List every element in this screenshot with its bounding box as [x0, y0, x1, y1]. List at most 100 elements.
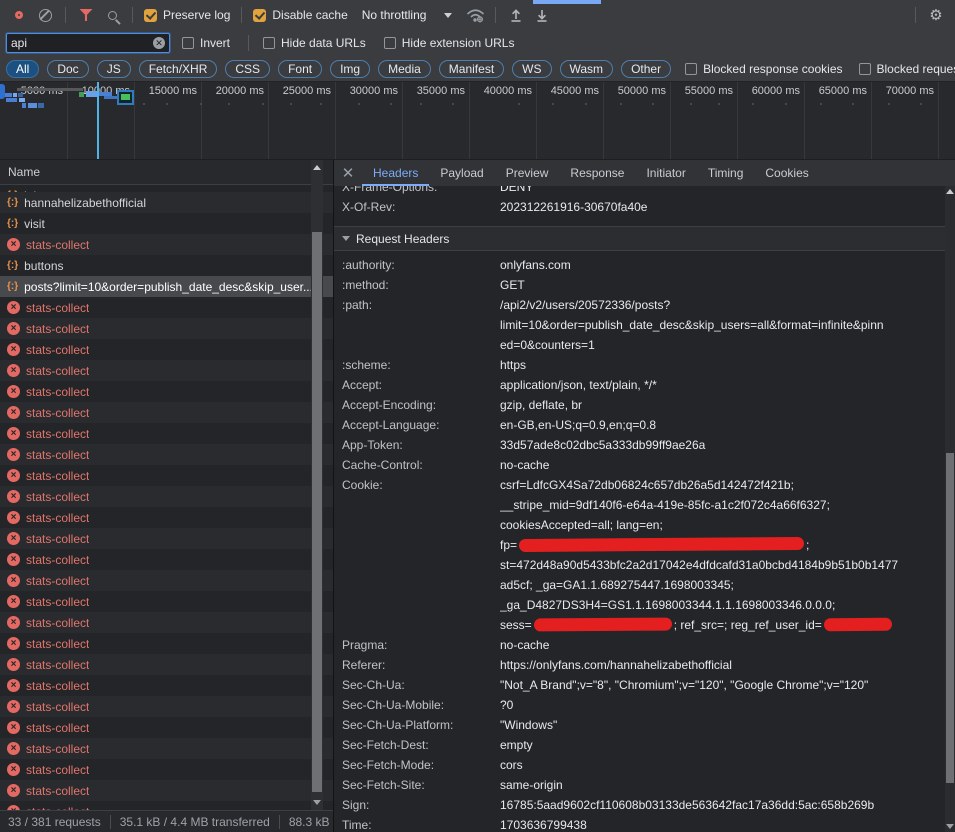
filter-chip-img[interactable]: Img — [330, 60, 370, 78]
filter-checkbox-hide-extension-urls[interactable]: Hide extension URLs — [384, 36, 515, 50]
throttling-select[interactable]: No throttling — [362, 8, 453, 22]
preserve-log-checkbox[interactable]: Preserve log — [144, 8, 230, 22]
request-row[interactable]: ×stats-collect — [0, 738, 333, 759]
request-row[interactable]: ×stats-collect — [0, 318, 333, 339]
header-value-line: ?0 — [500, 695, 945, 715]
filter-input[interactable] — [11, 36, 153, 50]
filter-toggle-button[interactable] — [73, 2, 99, 28]
scroll-down-icon[interactable] — [313, 800, 321, 805]
tab-timing[interactable]: Timing — [697, 160, 755, 186]
filter-chip-font[interactable]: Font — [278, 60, 322, 78]
request-row[interactable]: ×stats-collect — [0, 549, 333, 570]
scroll-up-icon[interactable] — [313, 165, 321, 170]
timeline-tick: 30000 ms — [336, 82, 403, 159]
filter-chip-fetch-xhr[interactable]: Fetch/XHR — [139, 60, 218, 78]
timeline-brush-handle[interactable] — [0, 84, 5, 99]
filter-chip-other[interactable]: Other — [621, 60, 671, 78]
header-value: 202312261916-30670fa40e — [500, 197, 945, 217]
json-request-icon: {:} — [7, 281, 18, 292]
details-scrollbar[interactable] — [945, 186, 955, 832]
record-button[interactable] — [6, 2, 32, 28]
request-row[interactable]: ×stats-collect — [0, 528, 333, 549]
filter-checkbox-blocked-response-cookies[interactable]: Blocked response cookies — [685, 62, 842, 76]
filter-checkbox-invert[interactable]: Invert — [182, 36, 230, 50]
redaction-scribble — [824, 618, 892, 631]
scroll-down-icon[interactable] — [946, 824, 954, 829]
tab-initiator[interactable]: Initiator — [635, 160, 696, 186]
request-row[interactable]: ×stats-collect — [0, 696, 333, 717]
tab-payload[interactable]: Payload — [429, 160, 494, 186]
filter-chip-manifest[interactable]: Manifest — [439, 60, 504, 78]
clear-filter-icon[interactable]: ✕ — [153, 37, 165, 49]
search-button[interactable] — [99, 2, 125, 28]
request-row[interactable]: ×stats-collect — [0, 570, 333, 591]
filter-checkbox-blocked-requests[interactable]: Blocked requests — [859, 62, 955, 76]
request-row[interactable]: ×stats-collect — [0, 234, 333, 255]
request-row[interactable]: {:}visit — [0, 213, 333, 234]
scrollbar-thumb[interactable] — [946, 453, 954, 783]
request-row[interactable]: ×stats-collect — [0, 423, 333, 444]
timeline-overview[interactable]: 5000 ms10000 ms15000 ms20000 ms25000 ms3… — [0, 82, 955, 160]
request-row[interactable]: ×stats-collect — [0, 675, 333, 696]
header-value: ?0 — [500, 695, 945, 715]
waterfall-bar — [17, 88, 83, 91]
redaction-scribble — [534, 618, 672, 632]
request-row[interactable]: ×stats-collect — [0, 612, 333, 633]
header-value-text: "Not_A Brand";v="8", "Chromium";v="120",… — [500, 678, 868, 692]
request-row[interactable]: {:}hannahelizabethofficial — [0, 192, 333, 213]
request-row[interactable]: ×stats-collect — [0, 444, 333, 465]
import-har-button[interactable] — [503, 2, 529, 28]
request-row[interactable]: {:}posts?limit=10&order=publish_date_des… — [0, 276, 333, 297]
request-row[interactable]: ×stats-collect — [0, 402, 333, 423]
header-row: Sign:16785:5aad9602cf110608b03133de56364… — [334, 795, 945, 815]
request-name: stats-collect — [26, 427, 89, 441]
filter-checkbox-hide-data-urls[interactable]: Hide data URLs — [263, 36, 366, 50]
scrollbar-thumb[interactable] — [312, 232, 322, 792]
request-row[interactable]: ×stats-collect — [0, 381, 333, 402]
request-row[interactable]: {:}init — [0, 185, 333, 192]
request-row[interactable]: ×stats-collect — [0, 654, 333, 675]
clear-network-log-button[interactable] — [32, 2, 58, 28]
disable-cache-checkbox[interactable]: Disable cache — [253, 8, 347, 22]
requests-scrollbar[interactable] — [311, 160, 323, 810]
filter-chip-all[interactable]: All — [6, 60, 39, 78]
request-row[interactable]: ×stats-collect — [0, 507, 333, 528]
timeline-tick: 55000 ms — [671, 82, 738, 159]
tab-headers[interactable]: Headers — [362, 160, 429, 186]
filter-chip-media[interactable]: Media — [378, 60, 431, 78]
request-row[interactable]: ×stats-collect — [0, 360, 333, 381]
error-icon: × — [7, 511, 20, 524]
close-details-icon[interactable]: ✕ — [334, 164, 362, 182]
filter-chip-css[interactable]: CSS — [225, 60, 270, 78]
request-headers-section[interactable]: Request Headers — [334, 227, 945, 251]
export-har-button[interactable] — [529, 2, 555, 28]
filter-chip-wasm[interactable]: Wasm — [560, 60, 614, 78]
request-row[interactable]: ×stats-collect — [0, 717, 333, 738]
request-row[interactable]: ×stats-collect — [0, 591, 333, 612]
tab-preview[interactable]: Preview — [495, 160, 560, 186]
filter-chip-ws[interactable]: WS — [512, 60, 551, 78]
header-value-line: sess=; ref_src=; reg_ref_user_id= — [500, 615, 945, 635]
request-row[interactable]: ×stats-collect — [0, 759, 333, 780]
tab-response[interactable]: Response — [559, 160, 635, 186]
header-value-text: 1703636799438 — [500, 818, 587, 832]
request-row[interactable]: ×stats-collect — [0, 633, 333, 654]
request-row[interactable]: {:}buttons — [0, 255, 333, 276]
network-conditions-button[interactable] — [462, 2, 488, 28]
tab-cookies[interactable]: Cookies — [754, 160, 819, 186]
request-row[interactable]: ×stats-collect — [0, 801, 333, 810]
header-value-line: https — [500, 355, 945, 375]
request-row[interactable]: ×stats-collect — [0, 339, 333, 360]
filter-chip-js[interactable]: JS — [97, 60, 131, 78]
request-row[interactable]: ×stats-collect — [0, 780, 333, 801]
header-value-text: GET — [500, 278, 525, 292]
waterfall-dot — [518, 103, 520, 105]
scroll-up-icon[interactable] — [946, 189, 954, 194]
filter-chip-doc[interactable]: Doc — [47, 60, 88, 78]
waterfall-bar — [38, 103, 44, 108]
request-row[interactable]: ×stats-collect — [0, 297, 333, 318]
settings-button[interactable]: ⚙ — [923, 2, 949, 28]
request-row[interactable]: ×stats-collect — [0, 486, 333, 507]
request-row[interactable]: ×stats-collect — [0, 465, 333, 486]
name-column-header[interactable]: Name — [0, 160, 333, 185]
